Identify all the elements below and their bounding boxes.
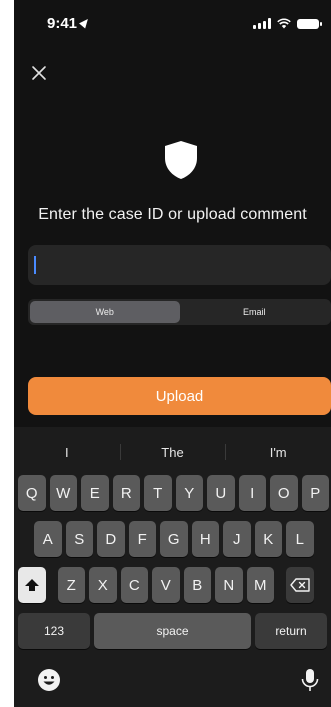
suggestion-item[interactable]: I [14, 435, 120, 469]
phone-screen: 9:41 Enter the case ID or upload comment [14, 0, 331, 707]
key-m[interactable]: M [246, 567, 274, 603]
numbers-key[interactable]: 123 [18, 613, 90, 649]
key-x[interactable]: X [89, 567, 117, 603]
key-k[interactable]: K [254, 521, 282, 557]
key-q[interactable]: Q [18, 475, 46, 511]
key-i[interactable]: I [238, 475, 266, 511]
key-f[interactable]: F [128, 521, 156, 557]
return-key[interactable]: return [255, 613, 327, 649]
shift-key[interactable] [18, 567, 46, 603]
key-w[interactable]: W [49, 475, 77, 511]
backspace-icon [290, 578, 310, 592]
wifi-icon [277, 18, 291, 29]
keyboard: I The I'm Q W E R T Y U I O P A S D F G … [14, 427, 331, 707]
text-caret [34, 256, 36, 274]
key-v[interactable]: V [152, 567, 180, 603]
key-u[interactable]: U [207, 475, 235, 511]
battery-icon [297, 18, 322, 29]
shield-icon [165, 141, 197, 179]
key-e[interactable]: E [81, 475, 109, 511]
location-arrow-icon [79, 16, 91, 29]
key-z[interactable]: Z [57, 567, 85, 603]
keyboard-row-3: Z X C V B N M [18, 567, 331, 603]
shift-arrow-icon [24, 579, 39, 591]
backspace-key[interactable] [286, 567, 314, 603]
microphone-icon[interactable] [299, 667, 321, 693]
close-icon [32, 66, 46, 80]
cellular-signal-icon [253, 18, 271, 29]
time-text: 9:41 [47, 15, 78, 32]
key-g[interactable]: G [160, 521, 188, 557]
emoji-icon[interactable] [36, 667, 62, 693]
key-c[interactable]: C [120, 567, 148, 603]
keyboard-bottom-bar [14, 667, 331, 697]
case-id-input[interactable] [28, 245, 331, 285]
keyboard-row-4: 123 space return [18, 613, 331, 649]
suggestion-item[interactable]: I'm [225, 435, 331, 469]
key-j[interactable]: J [223, 521, 251, 557]
key-p[interactable]: P [301, 475, 329, 511]
key-b[interactable]: B [183, 567, 211, 603]
page-title: Enter the case ID or upload comment [38, 206, 307, 223]
key-o[interactable]: O [270, 475, 298, 511]
key-a[interactable]: A [34, 521, 62, 557]
suggestion-item[interactable]: The [119, 435, 226, 469]
status-icons [253, 18, 322, 29]
source-segmented-control: Web Email [28, 299, 331, 325]
status-bar: 9:41 [14, 0, 331, 48]
key-n[interactable]: N [215, 567, 243, 603]
key-l[interactable]: L [286, 521, 314, 557]
key-t[interactable]: T [144, 475, 172, 511]
key-d[interactable]: D [97, 521, 125, 557]
keyboard-letters-row-3: Z X C V B N M [57, 567, 274, 603]
keyboard-row-2: A S D F G H J K L [34, 521, 331, 557]
segment-email[interactable]: Email [180, 301, 330, 323]
key-y[interactable]: Y [175, 475, 203, 511]
key-s[interactable]: S [65, 521, 93, 557]
close-button[interactable] [28, 62, 50, 84]
segment-web[interactable]: Web [30, 301, 180, 323]
space-key[interactable]: space [94, 613, 251, 649]
keyboard-row-1: Q W E R T Y U I O P [18, 475, 331, 511]
status-time: 9:41 [47, 15, 91, 32]
key-h[interactable]: H [191, 521, 219, 557]
upload-button[interactable]: Upload [28, 377, 331, 415]
suggestion-bar: I The I'm [14, 435, 331, 469]
key-r[interactable]: R [112, 475, 140, 511]
